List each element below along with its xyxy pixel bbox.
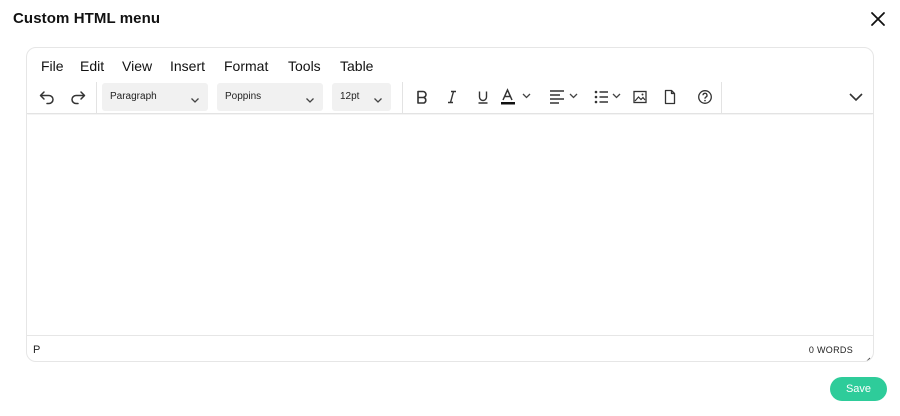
undo-icon[interactable] xyxy=(36,86,58,108)
menu-format[interactable]: Format xyxy=(224,58,268,74)
font-size-select[interactable]: 12pt xyxy=(332,83,391,111)
toolbar-separator xyxy=(96,82,97,114)
toolbar: Paragraph Poppins 12pt xyxy=(27,82,873,114)
save-button[interactable]: Save xyxy=(830,377,887,401)
menu-view[interactable]: View xyxy=(122,58,152,74)
image-icon[interactable] xyxy=(629,86,651,108)
chevron-down-icon xyxy=(373,92,383,103)
close-icon[interactable] xyxy=(868,9,888,29)
block-format-select[interactable]: Paragraph xyxy=(102,83,208,111)
italic-icon[interactable] xyxy=(441,86,463,108)
bullet-list-icon[interactable] xyxy=(593,86,627,108)
bold-icon[interactable] xyxy=(411,86,433,108)
text-color-icon[interactable] xyxy=(499,86,535,108)
chevron-down-icon xyxy=(190,92,200,103)
menubar: File Edit View Insert Format Tools Table xyxy=(27,48,873,82)
font-family-value: Poppins xyxy=(225,91,262,102)
element-path[interactable]: P xyxy=(33,344,40,356)
chevron-down-icon xyxy=(305,92,315,103)
align-icon[interactable] xyxy=(548,86,582,108)
menu-tools[interactable]: Tools xyxy=(288,58,321,74)
block-format-value: Paragraph xyxy=(110,91,157,102)
resize-handle-icon[interactable] xyxy=(861,352,871,361)
statusbar: P 0 WORDS xyxy=(27,335,873,361)
font-size-value: 12pt xyxy=(340,91,360,102)
font-family-select[interactable]: Poppins xyxy=(217,83,323,111)
menu-edit[interactable]: Edit xyxy=(80,58,104,74)
menu-table[interactable]: Table xyxy=(340,58,373,74)
menu-file[interactable]: File xyxy=(41,58,64,74)
modal-title: Custom HTML menu xyxy=(13,10,161,27)
editor-content-area[interactable] xyxy=(27,115,873,335)
help-icon[interactable] xyxy=(694,86,716,108)
underline-icon[interactable] xyxy=(472,86,494,108)
toolbar-separator xyxy=(721,82,722,114)
word-count[interactable]: 0 WORDS xyxy=(809,345,853,355)
toolbar-separator xyxy=(402,82,403,114)
menu-insert[interactable]: Insert xyxy=(170,58,205,74)
document-icon[interactable] xyxy=(659,86,681,108)
redo-icon[interactable] xyxy=(67,86,89,108)
rich-text-editor: File Edit View Insert Format Tools Table… xyxy=(26,47,874,362)
more-icon[interactable] xyxy=(845,86,867,108)
